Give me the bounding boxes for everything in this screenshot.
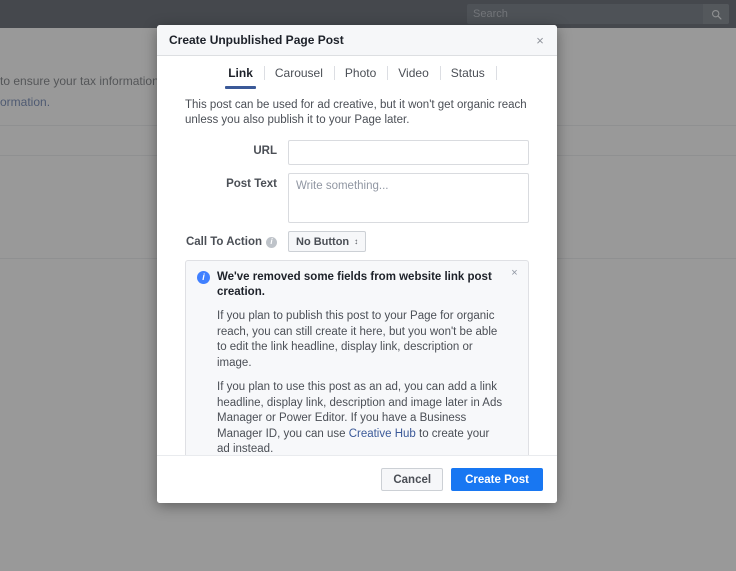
intro-text: This post can be used for ad creative, b… [185,99,527,126]
url-input[interactable] [288,140,529,165]
dialog-footer: Cancel Create Post [157,455,557,503]
notice-header: i We've removed some fields from website… [197,270,504,300]
post-form: URL Post Text Call To Action i No Button… [185,140,529,252]
tab-status[interactable]: Status [439,66,496,89]
notice-close-icon[interactable]: × [508,267,521,280]
notice-paragraph-2: If you plan to use this post as an ad, y… [217,380,504,455]
tab-link[interactable]: Link [217,66,264,89]
cancel-button[interactable]: Cancel [381,468,444,491]
post-text-input[interactable] [288,173,529,223]
notice-title: We've removed some fields from website l… [217,271,492,298]
dialog-title: Create Unpublished Page Post [169,33,344,47]
url-label: URL [253,145,277,157]
close-icon[interactable]: × [532,32,548,48]
call-to-action-select[interactable]: No Button ↕ [288,231,367,252]
post-text-label: Post Text [226,178,277,190]
dialog-body: Link Carousel Photo Video Status This po… [157,56,557,455]
creative-hub-link[interactable]: Creative Hub [349,428,416,440]
tab-video[interactable]: Video [387,66,439,89]
tab-carousel[interactable]: Carousel [263,66,334,89]
chevron-updown-icon: ↕ [354,236,359,246]
create-post-button[interactable]: Create Post [451,468,543,491]
call-to-action-row: Call To Action i No Button ↕ [185,231,529,252]
tab-photo[interactable]: Photo [333,66,387,89]
call-to-action-label: Call To Action i [185,231,288,248]
info-circle-icon: i [197,271,210,284]
create-unpublished-page-post-dialog: Create Unpublished Page Post × Link Caro… [157,25,557,503]
post-type-tabs: Link Carousel Photo Video Status [157,56,557,89]
url-field-row: URL [185,140,529,165]
post-text-field-row: Post Text [185,173,529,223]
dialog-header: Create Unpublished Page Post × [157,25,557,56]
tab-separator [495,66,497,80]
screen: to ensure your tax information is correc… [0,0,736,571]
field-removal-notice: i We've removed some fields from website… [185,260,529,455]
notice-paragraph-1: If you plan to publish this post to your… [217,310,498,369]
call-to-action-value: No Button [296,235,350,248]
call-to-action-label-text: Call To Action [185,236,262,248]
info-icon[interactable]: i [266,236,277,248]
